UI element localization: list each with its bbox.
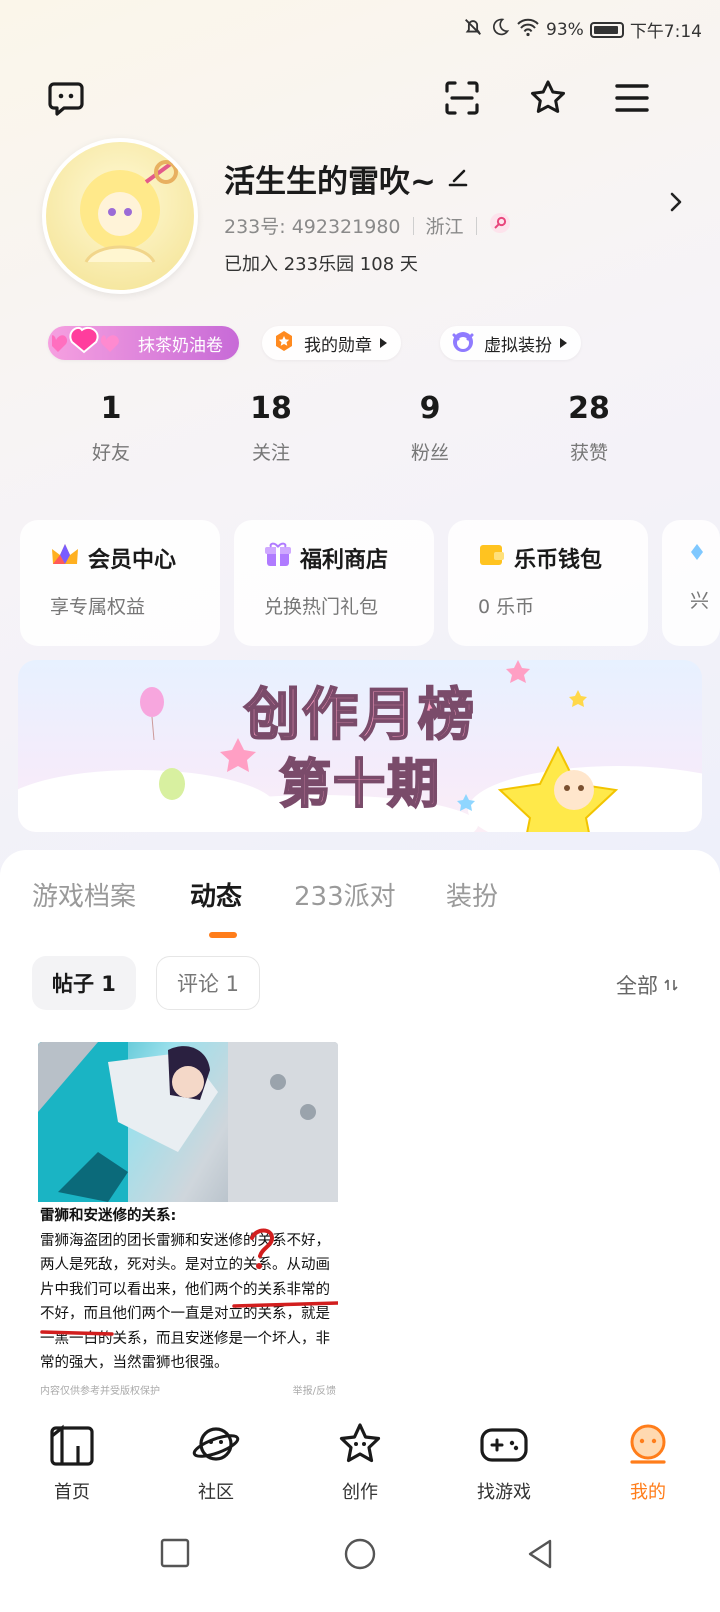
system-nav-bar bbox=[0, 1508, 720, 1612]
chevron-right-icon[interactable] bbox=[668, 190, 684, 218]
stat-value: 28 bbox=[568, 391, 610, 426]
stat-label: 好友 bbox=[91, 442, 130, 464]
title-badge-label: 抹茶奶油卷 bbox=[138, 335, 223, 356]
nav-label: 找游戏 bbox=[477, 1482, 531, 1503]
profile-meta: 233号: 492321980 浙江 bbox=[224, 212, 511, 239]
user-name: 活生生的雷吹~ bbox=[224, 164, 436, 200]
stat-label: 获赞 bbox=[569, 442, 608, 464]
nav-community[interactable]: 社区 bbox=[144, 1408, 288, 1508]
wallet-icon bbox=[478, 542, 506, 574]
card-title: 乐币钱包 bbox=[514, 548, 603, 573]
hearts-icon bbox=[48, 326, 130, 361]
nav-label: 我的 bbox=[630, 1482, 666, 1503]
stat-following[interactable]: 18 关注 bbox=[211, 392, 331, 465]
battery-percent: 93% bbox=[546, 19, 584, 40]
nav-home[interactable]: 首页 bbox=[0, 1408, 144, 1508]
gift-icon bbox=[264, 542, 292, 574]
star-icon[interactable] bbox=[526, 76, 570, 120]
title-badge[interactable]: 抹茶奶油卷 bbox=[48, 326, 239, 360]
card-subtitle: 0 乐币 bbox=[478, 596, 535, 618]
nav-label: 首页 bbox=[54, 1482, 90, 1503]
filter-posts[interactable]: 帖子 1 bbox=[32, 956, 136, 1010]
stat-value: 9 bbox=[419, 391, 441, 426]
divider bbox=[475, 216, 477, 235]
recent-apps-icon[interactable] bbox=[160, 1538, 190, 1572]
coin-wallet-card[interactable]: 乐币钱包 0 乐币 bbox=[448, 520, 648, 646]
message-icon[interactable] bbox=[44, 76, 88, 120]
medal-label: 我的勋章 bbox=[304, 335, 372, 356]
nav-find-games[interactable]: 找游戏 bbox=[432, 1408, 576, 1508]
stat-value: 18 bbox=[250, 391, 292, 426]
card-subtitle: 兑换热门礼包 bbox=[264, 596, 379, 618]
nav-mine[interactable]: 我的 bbox=[576, 1408, 720, 1508]
nav-label: 创作 bbox=[342, 1482, 378, 1503]
silent-icon bbox=[462, 16, 484, 43]
medal-icon bbox=[272, 329, 296, 358]
more-card[interactable]: 兴 bbox=[662, 520, 720, 646]
card-title: 福利商店 bbox=[300, 548, 389, 573]
welfare-shop-card[interactable]: 福利商店 兑换热门礼包 bbox=[234, 520, 434, 646]
back-triangle-icon[interactable] bbox=[526, 1538, 554, 1574]
divider bbox=[412, 216, 414, 235]
active-tab-indicator bbox=[209, 932, 237, 938]
banner-title: 创作月榜 bbox=[243, 682, 476, 749]
crown-icon bbox=[50, 542, 80, 574]
profile-face-icon bbox=[624, 1422, 672, 1470]
gamepad-icon bbox=[478, 1422, 530, 1470]
medal-button[interactable]: 我的勋章 bbox=[262, 326, 401, 360]
stat-fans[interactable]: 9 粉丝 bbox=[370, 392, 490, 465]
menu-icon[interactable] bbox=[610, 76, 654, 120]
clock: 下午7:14 bbox=[629, 22, 702, 42]
triangle-right-icon bbox=[560, 338, 567, 348]
moon-icon bbox=[490, 17, 510, 42]
stat-likes[interactable]: 28 获赞 bbox=[529, 392, 649, 465]
sort-all-button[interactable]: 全部 bbox=[616, 970, 678, 1000]
tab-activity[interactable]: 动态 bbox=[190, 876, 242, 913]
scan-icon[interactable] bbox=[440, 76, 484, 120]
virtual-dressup-button[interactable]: 虚拟装扮 bbox=[440, 326, 581, 360]
tab-dressup[interactable]: 装扮 bbox=[446, 876, 498, 913]
battery-icon bbox=[589, 21, 624, 38]
card-title: 会员中心 bbox=[88, 548, 177, 573]
edit-icon[interactable] bbox=[446, 161, 470, 197]
home-circle-icon[interactable] bbox=[344, 1538, 376, 1574]
user-location: 浙江 bbox=[425, 216, 464, 238]
banner-subtitle: 第十期 bbox=[278, 754, 441, 816]
card-subtitle: 兴 bbox=[690, 590, 710, 612]
bottom-nav: 首页 社区 创作 找游戏 我的 bbox=[0, 1408, 720, 1508]
status-bar: 93% 下午7:14 bbox=[462, 16, 702, 43]
sort-label: 全部 bbox=[616, 974, 658, 998]
stat-value: 1 bbox=[100, 391, 122, 426]
star-face-icon bbox=[336, 1422, 384, 1470]
card-subtitle: 享专属权益 bbox=[50, 596, 146, 618]
triangle-right-icon bbox=[380, 338, 387, 348]
diamond-icon bbox=[690, 542, 704, 568]
home-icon bbox=[48, 1422, 96, 1470]
joined-days: 已加入 233乐园 108 天 bbox=[224, 254, 418, 275]
user-id: 233号: 492321980 bbox=[224, 216, 401, 238]
tab-233-party[interactable]: 233派对 bbox=[294, 876, 396, 913]
nav-label: 社区 bbox=[198, 1482, 234, 1503]
avatar[interactable] bbox=[42, 138, 198, 294]
dressup-label: 虚拟装扮 bbox=[484, 335, 552, 356]
sort-icon bbox=[664, 973, 678, 997]
creation-ranking-banner[interactable]: 创作月榜 第十期 bbox=[18, 660, 702, 832]
profile-name[interactable]: 活生生的雷吹~ bbox=[224, 156, 470, 201]
planet-icon bbox=[191, 1422, 241, 1470]
filter-comments[interactable]: 评论 1 bbox=[156, 956, 261, 1010]
stat-label: 关注 bbox=[251, 442, 290, 464]
nav-create[interactable]: 创作 bbox=[288, 1408, 432, 1508]
vip-center-card[interactable]: 会员中心 享专属权益 bbox=[20, 520, 220, 646]
handwritten-annotation bbox=[40, 1228, 338, 1336]
stat-friends[interactable]: 1 好友 bbox=[51, 392, 171, 465]
stat-label: 粉丝 bbox=[410, 442, 449, 464]
wifi-icon bbox=[516, 17, 540, 42]
tab-game-archive[interactable]: 游戏档案 bbox=[32, 876, 136, 913]
dressup-icon bbox=[450, 329, 476, 358]
gender-female-icon bbox=[489, 212, 511, 239]
